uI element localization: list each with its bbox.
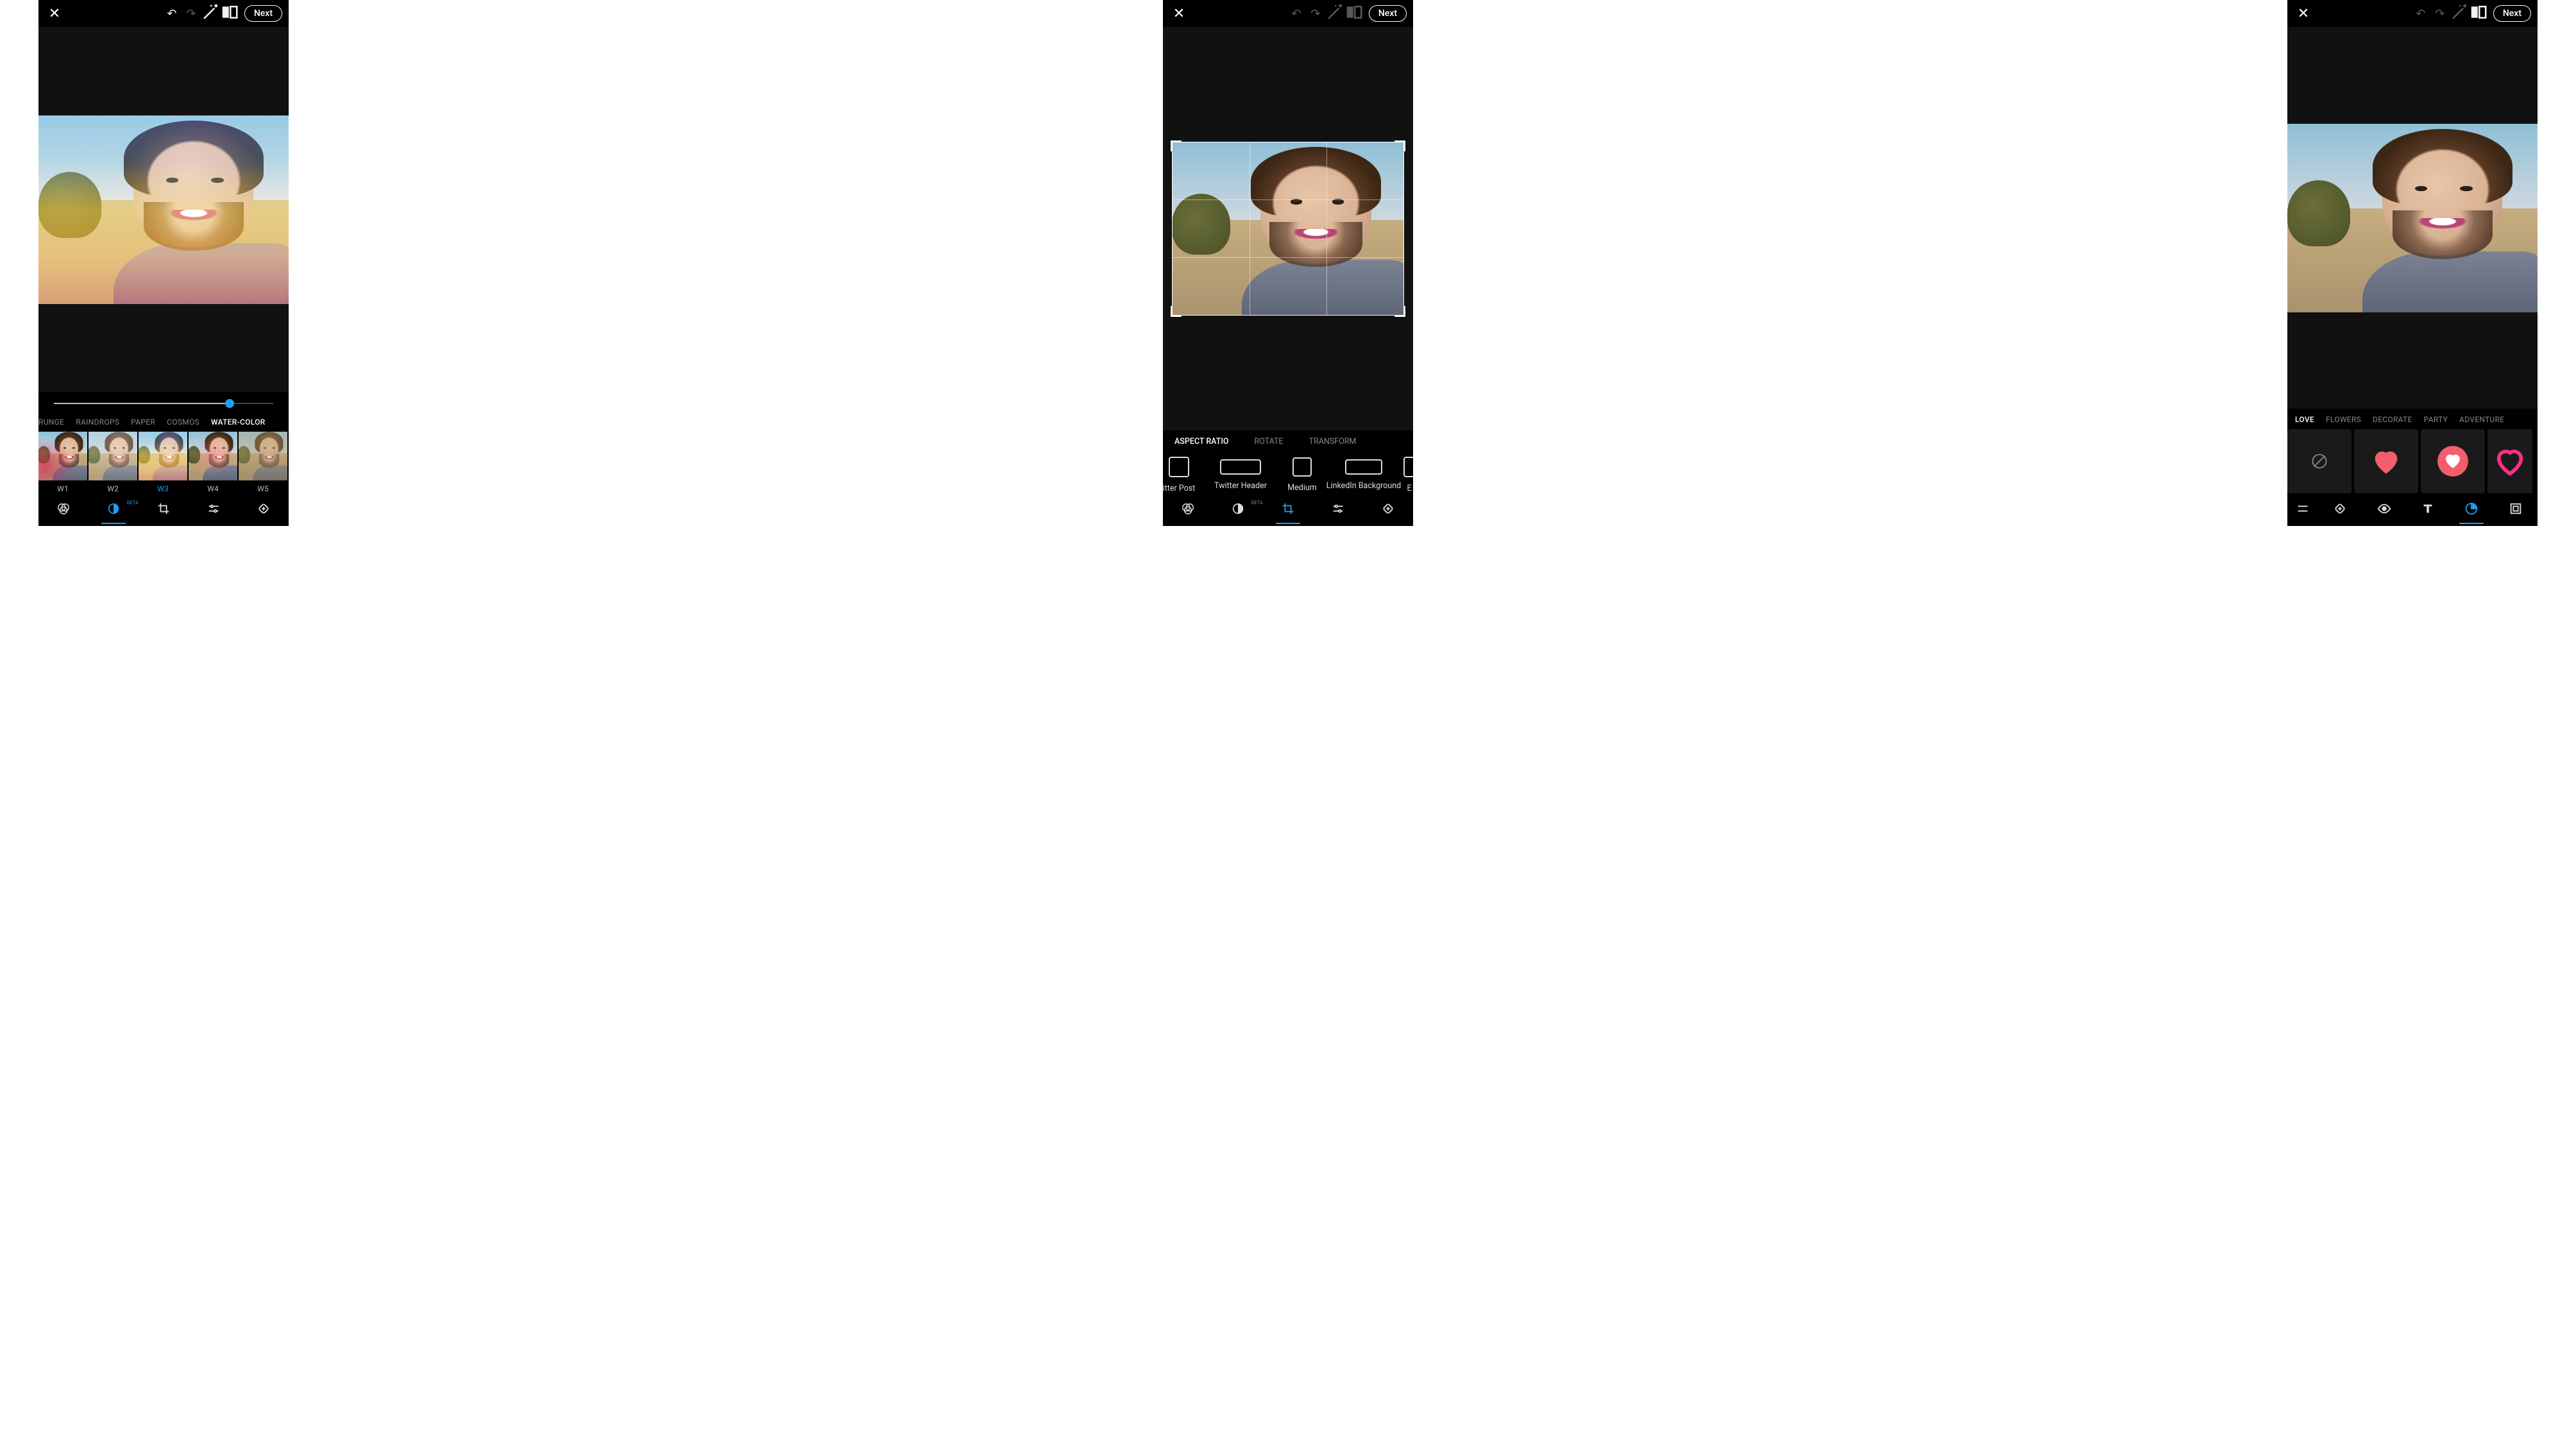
nav-adjust[interactable] [1322,502,1354,518]
next-button[interactable]: Next [1369,5,1407,22]
category-flowers[interactable]: FLOWERS [2326,415,2361,424]
crop-handle-tr[interactable] [1394,140,1405,151]
bottom-nav: BETA [1163,493,1413,526]
sticker-category-row: LOVE FLOWERS DECORATE PARTY ADVENTURE [2287,409,2538,429]
beta-badge: BETA [1251,500,1263,505]
beta-badge: BETA [127,500,139,505]
next-button[interactable]: Next [2493,5,2531,22]
nav-adjust[interactable] [198,502,230,518]
aspect-presets: itter Post Twitter Header Medium LinkedI… [1163,453,1413,493]
image-canvas[interactable] [2287,27,2538,409]
filter-thumbnails: W1 W2 W3 W4 W5 [38,432,289,493]
category-watercolor[interactable]: WATER-COLOR [211,418,266,427]
nav-heal[interactable] [2324,502,2356,518]
screen-crop: ✕ ↶ ↷ Next ASPECT RATIO [1163,0,1413,526]
close-icon[interactable]: ✕ [45,6,64,22]
crop-handle-bl[interactable] [1171,306,1182,317]
image-canvas[interactable] [38,27,289,392]
nav-crop[interactable] [1272,502,1304,518]
undo-icon[interactable]: ↶ [2411,7,2430,21]
category-party[interactable]: PARTY [2424,415,2448,424]
category-love[interactable]: LOVE [2295,415,2314,424]
filter-w5[interactable]: W5 [239,432,287,493]
intensity-slider[interactable] [38,392,289,412]
bottom-nav [2287,493,2538,526]
tab-transform[interactable]: TRANSFORM [1309,437,1357,446]
sticker-heart-solid[interactable] [2354,429,2418,493]
category-decorate[interactable]: DECORATE [2373,415,2412,424]
close-icon[interactable]: ✕ [2294,6,2313,22]
nav-effects[interactable]: BETA [1222,502,1254,518]
category-paper[interactable]: PAPER [131,418,155,427]
undo-icon[interactable]: ↶ [1287,7,1306,21]
preset-twitter-header[interactable]: Twitter Header [1218,459,1263,491]
image-canvas[interactable] [1163,27,1413,430]
crop-sub-tabs: ASPECT RATIO ROTATE TRANSFORM [1163,430,1413,453]
preset-linkedin-bg[interactable]: LinkedIn Background [1341,459,1386,491]
tab-aspect-ratio[interactable]: ASPECT RATIO [1174,437,1228,446]
preset-medium[interactable]: Medium [1280,457,1325,493]
nav-filters[interactable] [1172,502,1204,518]
wand-icon[interactable] [201,3,220,25]
screen-stickers: ✕ ↶ ↷ Next LOVE FLOWERS DECORATE PARTY A… [2287,0,2538,526]
redo-icon[interactable]: ↷ [2430,7,2450,21]
sticker-row [2287,429,2538,493]
crop-handle-br[interactable] [1394,306,1405,317]
tab-rotate[interactable]: ROTATE [1254,437,1283,446]
redo-icon[interactable]: ↷ [182,7,201,21]
redo-icon[interactable]: ↷ [1306,7,1325,21]
filter-w2[interactable]: W2 [89,432,137,493]
nav-crop[interactable] [148,502,180,518]
preset-twitter-post[interactable]: itter Post [1163,457,1201,493]
topbar: ✕ ↶ ↷ Next [38,0,289,27]
nav-redeye[interactable] [2368,502,2400,518]
topbar: ✕ ↶ ↷ Next [1163,0,1413,27]
compare-icon[interactable] [1344,3,1364,25]
nav-text[interactable] [2412,502,2444,518]
bottom-nav: BETA [38,493,289,526]
filter-w1[interactable]: W1 [38,432,87,493]
compare-icon[interactable] [220,3,239,25]
sticker-heart-badge[interactable] [2421,429,2485,493]
nav-frame[interactable] [2500,502,2532,518]
nav-sticker[interactable] [2455,502,2487,518]
sticker-heart-outline[interactable] [2487,429,2532,493]
next-button[interactable]: Next [244,5,282,22]
nav-heal[interactable] [248,502,280,518]
topbar: ✕ ↶ ↷ Next [2287,0,2538,27]
undo-icon[interactable]: ↶ [162,7,182,21]
sticker-none[interactable] [2287,429,2351,493]
category-cosmos[interactable]: COSMOS [167,418,199,427]
filter-w3[interactable]: W3 [139,432,187,493]
nav-crop-partial[interactable] [2293,502,2312,518]
compare-icon[interactable] [2469,3,2488,25]
category-runge[interactable]: RUNGE [38,418,64,427]
screen-watercolor: ✕ ↶ ↷ Next R [38,0,289,526]
nav-effects[interactable]: BETA [97,502,130,518]
filter-w4[interactable]: W4 [189,432,237,493]
wand-icon[interactable] [2450,3,2469,25]
close-icon[interactable]: ✕ [1169,6,1189,22]
wand-icon[interactable] [1325,3,1344,25]
nav-filters[interactable] [47,502,80,518]
filter-category-row: RUNGE RAINDROPS PAPER COSMOS WATER-COLOR [38,412,289,432]
category-adventure[interactable]: ADVENTURE [2459,415,2504,424]
category-raindrops[interactable]: RAINDROPS [76,418,119,427]
crop-handle-tl[interactable] [1171,140,1182,151]
nav-heal[interactable] [1372,502,1404,518]
preset-extra[interactable]: E [1403,457,1413,493]
